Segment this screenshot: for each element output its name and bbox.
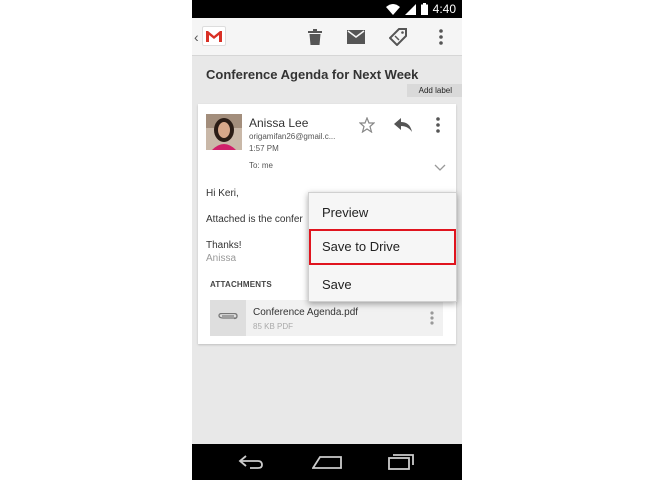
attachment-overflow-icon[interactable] [425,306,439,330]
subject-area: Conference Agenda for Next Week Add labe… [192,56,462,100]
menu-item-preview[interactable]: Preview [309,195,456,231]
overflow-icon[interactable] [430,26,452,48]
recipients-line: To: me [249,161,274,170]
label-icon[interactable] [387,26,409,48]
status-bar: 4:40 [192,0,462,18]
attachment-name: Conference Agenda.pdf [253,307,359,318]
menu-item-save-to-drive[interactable]: Save to Drive [309,229,456,265]
navigation-bar [192,444,462,480]
star-icon[interactable] [356,114,378,136]
avatar[interactable] [206,114,242,150]
attachment-item[interactable]: Conference Agenda.pdf 85 KB PDF [210,300,443,336]
body-signature: Anissa [206,253,237,264]
recent-apps-icon[interactable] [386,452,416,472]
archive-icon[interactable] [345,26,367,48]
paperclip-icon [210,300,246,336]
body-text: Attached is the confer [206,214,303,225]
attachments-heading: ATTACHMENTS [210,280,272,289]
sender-name: Anissa Lee [249,116,309,130]
back-icon[interactable] [236,452,266,472]
battery-icon [420,3,428,15]
phone-screen: 4:40 ‹ Conference Agenda for Next Week A… [192,0,462,480]
attachment-popup-menu: Preview Save to Drive Save [308,192,457,302]
home-icon[interactable] [312,452,342,472]
wifi-icon [385,3,400,15]
signal-icon [404,3,416,15]
message-overflow-icon[interactable] [427,114,449,136]
attachment-meta: 85 KB PDF [253,322,294,331]
sent-time: 1:57 PM [249,144,279,153]
message-subject: Conference Agenda for Next Week [206,67,419,82]
gmail-logo[interactable] [202,26,226,46]
sender-email: origamifan26@gmail.c... [249,132,336,141]
chevron-down-icon[interactable] [434,159,448,171]
body-closing: Thanks! [206,240,242,251]
add-label-button[interactable]: Add label [406,84,462,97]
body-greeting: Hi Keri, [206,188,239,199]
reply-icon[interactable] [392,114,414,136]
action-bar: ‹ [192,18,462,56]
menu-item-save[interactable]: Save [309,267,456,303]
trash-icon[interactable] [304,26,326,48]
status-time: 4:40 [432,2,456,16]
